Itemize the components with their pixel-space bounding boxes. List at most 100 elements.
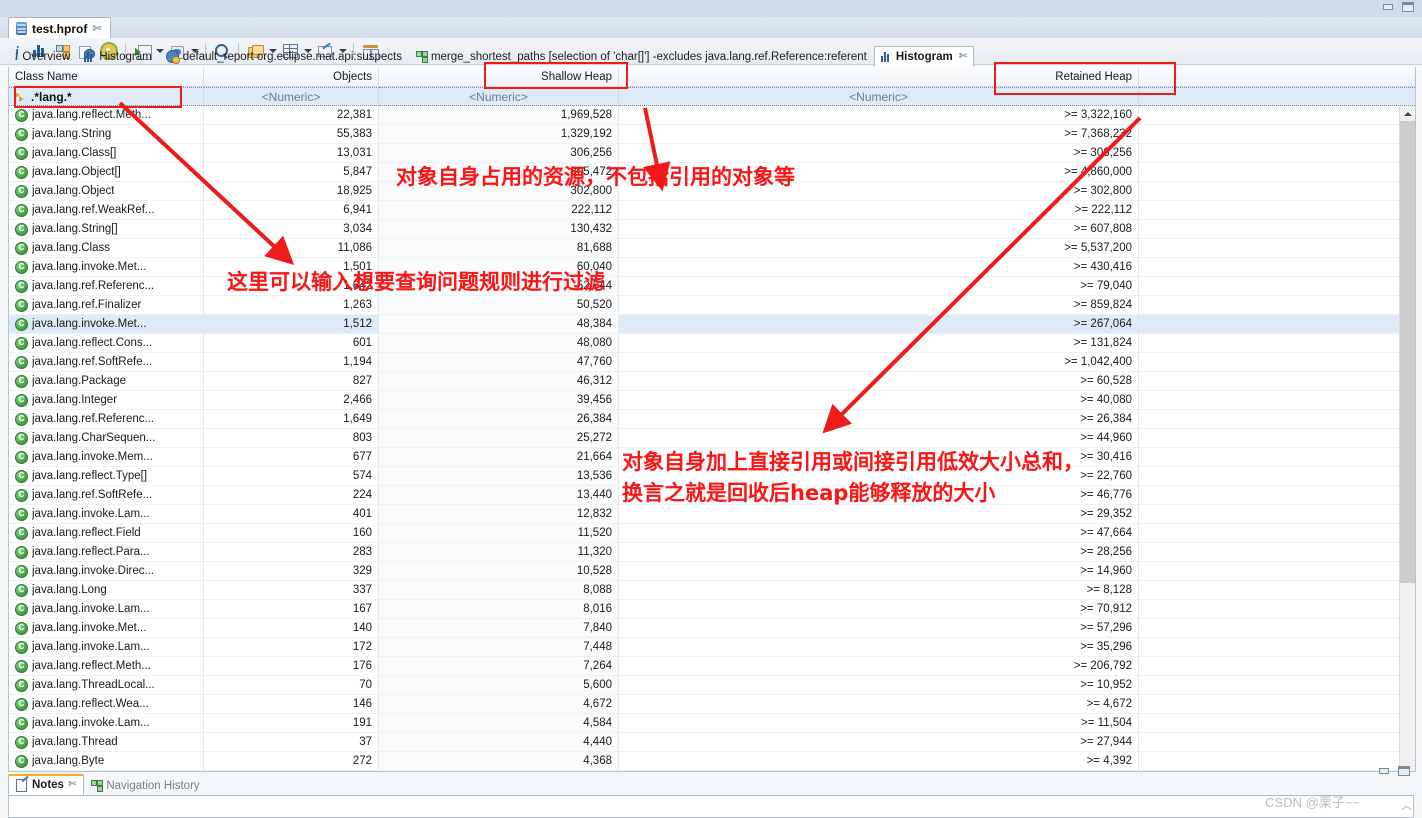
table-row[interactable]: java.lang.invoke.Lam... 1678,016>= 70,912: [9, 600, 1415, 619]
table-row[interactable]: java.lang.Integer 2,46639,456>= 40,080: [9, 391, 1415, 410]
table-row[interactable]: java.lang.invoke.Lam... 40112,832>= 29,35…: [9, 505, 1415, 524]
table-row[interactable]: java.lang.reflect.Para... 28311,320>= 28,…: [9, 543, 1415, 562]
table-row[interactable]: java.lang.invoke.Met... 1,50160,040>= 430…: [9, 258, 1415, 277]
cell-shallow-heap: 4,440: [379, 733, 619, 752]
tab-overview[interactable]: i Overview: [8, 46, 77, 67]
tab-notes[interactable]: Notes ✄: [8, 774, 85, 795]
tab-default-report[interactable]: default_report org.eclipse.mat.api:suspe…: [159, 46, 409, 67]
cell-class-name: java.lang.ref.SoftRefe...: [9, 486, 204, 505]
tab-histogram[interactable]: Histogram: [77, 46, 158, 67]
class-icon: [15, 716, 28, 730]
scroll-up-corner-icon[interactable]: ︿: [1401, 797, 1412, 813]
class-name-label: java.lang.CharSequen...: [32, 432, 156, 444]
cell-spacer: [1139, 600, 1415, 619]
tab-navigation-history[interactable]: Navigation History: [84, 776, 206, 795]
cell-class-name: java.lang.Object[]: [9, 163, 204, 182]
bottom-panel: Notes ✄ Navigation History: [8, 766, 1414, 818]
class-icon: [15, 317, 28, 331]
close-icon[interactable]: ✄: [959, 51, 967, 62]
cell-shallow-heap: 5,600: [379, 676, 619, 695]
table-row[interactable]: java.lang.Package 82746,312>= 60,528: [9, 372, 1415, 391]
column-header-shallow-heap[interactable]: Shallow Heap: [379, 67, 619, 86]
cell-shallow-heap: 13,536: [379, 467, 619, 486]
cell-class-name: java.lang.Object: [9, 182, 204, 201]
cell-spacer: [1139, 277, 1415, 296]
tree-icon: [415, 51, 428, 63]
table-row[interactable]: java.lang.invoke.Direc... 32910,528>= 14,…: [9, 562, 1415, 581]
table-row[interactable]: java.lang.ref.Finalizer 1,26350,520>= 859…: [9, 296, 1415, 315]
table-row[interactable]: java.lang.ref.SoftRefe... 1,19447,760>= 1…: [9, 353, 1415, 372]
table-row[interactable]: java.lang.Object[] 5,847305,472>= 4,860,0…: [9, 163, 1415, 182]
bottom-panel-controls: [1378, 766, 1410, 776]
cell-objects: 11,086: [204, 239, 379, 258]
table-row[interactable]: java.lang.ref.SoftRefe... 22413,440>= 46,…: [9, 486, 1415, 505]
table-row[interactable]: java.lang.String[] 3,034130,432>= 607,808: [9, 220, 1415, 239]
notes-editor[interactable]: [8, 796, 1414, 818]
table-row[interactable]: java.lang.Byte 2724,368>= 4,392: [9, 752, 1415, 771]
table-row[interactable]: java.lang.invoke.Met... 1,51248,384>= 267…: [9, 315, 1415, 334]
table-row[interactable]: java.lang.reflect.Wea... 1464,672>= 4,672: [9, 695, 1415, 714]
cell-objects: 55,383: [204, 125, 379, 144]
histogram-icon: [84, 51, 95, 62]
minimize-icon[interactable]: [1382, 2, 1394, 12]
cell-objects: 172: [204, 638, 379, 657]
cell-shallow-heap: 305,472: [379, 163, 619, 182]
cell-retained-heap: >= 306,256: [619, 144, 1139, 163]
scrollbar-thumb[interactable]: [1400, 121, 1415, 583]
cell-spacer: [1139, 163, 1415, 182]
maximize-icon[interactable]: [1402, 2, 1414, 12]
close-icon[interactable]: ✄: [68, 779, 76, 790]
filter-icon: [15, 91, 27, 102]
table-row[interactable]: java.lang.reflect.Meth... 1767,264>= 206,…: [9, 657, 1415, 676]
table-row[interactable]: java.lang.reflect.Meth... 22,3811,969,528…: [9, 106, 1415, 125]
column-header-objects[interactable]: Objects: [204, 67, 379, 86]
table-row[interactable]: java.lang.reflect.Type[] 57413,536>= 22,7…: [9, 467, 1415, 486]
table-row[interactable]: java.lang.reflect.Cons... 60148,080>= 131…: [9, 334, 1415, 353]
class-name-label: java.lang.Object[]: [32, 166, 121, 178]
table-row[interactable]: java.lang.Class[] 13,031306,256>= 306,256: [9, 144, 1415, 163]
table-row[interactable]: java.lang.ref.WeakRef... 6,941222,112>= 2…: [9, 201, 1415, 220]
filter-input-retained[interactable]: <Numeric>: [619, 87, 1139, 106]
vertical-scrollbar[interactable]: [1399, 106, 1415, 771]
column-header-class-name[interactable]: Class Name: [9, 67, 204, 86]
editor-tab-test-hprof[interactable]: test.hprof ✄: [8, 17, 111, 39]
class-icon: [15, 469, 28, 483]
table-row[interactable]: java.lang.ref.Referenc... 1,64926,384>= 2…: [9, 410, 1415, 429]
table-filter-row[interactable]: .*lang.* <Numeric> <Numeric> <Numeric>: [9, 87, 1415, 106]
cell-shallow-heap: 39,456: [379, 391, 619, 410]
table-row[interactable]: java.lang.invoke.Lam... 1914,584>= 11,504: [9, 714, 1415, 733]
scroll-up-icon[interactable]: [1400, 106, 1415, 121]
cell-retained-heap: >= 40,080: [619, 391, 1139, 410]
table-row[interactable]: java.lang.Thread 374,440>= 27,944: [9, 733, 1415, 752]
maximize-icon[interactable]: [1398, 766, 1410, 776]
filter-input-objects[interactable]: <Numeric>: [204, 87, 379, 106]
table-row[interactable]: java.lang.invoke.Mem... 67721,664>= 30,41…: [9, 448, 1415, 467]
table-row[interactable]: java.lang.Long 3378,088>= 8,128: [9, 581, 1415, 600]
tab-histogram-active[interactable]: Histogram ✄: [873, 46, 975, 67]
table-row[interactable]: java.lang.CharSequen... 80325,272>= 44,96…: [9, 429, 1415, 448]
table-row[interactable]: java.lang.String 55,3831,329,192>= 7,368,…: [9, 125, 1415, 144]
cell-objects: 140: [204, 619, 379, 638]
table-row[interactable]: java.lang.ThreadLocal... 705,600>= 10,952: [9, 676, 1415, 695]
class-name-label: java.lang.ThreadLocal...: [32, 679, 155, 691]
close-icon[interactable]: ✄: [92, 22, 101, 35]
minimize-icon[interactable]: [1378, 766, 1390, 776]
cell-shallow-heap: 4,672: [379, 695, 619, 714]
column-header-retained-heap[interactable]: Retained Heap: [619, 67, 1139, 86]
class-name-label: java.lang.reflect.Para...: [32, 546, 150, 558]
table-row[interactable]: java.lang.ref.Referenc... 1,64252,544>= 7…: [9, 277, 1415, 296]
table-row[interactable]: java.lang.Class 11,08681,688>= 5,537,200: [9, 239, 1415, 258]
tab-merge-shortest-paths[interactable]: merge_shortest_paths [selection of 'char…: [409, 46, 874, 67]
table-row[interactable]: java.lang.invoke.Lam... 1727,448>= 35,296: [9, 638, 1415, 657]
cell-retained-heap: >= 607,808: [619, 220, 1139, 239]
cell-objects: 1,263: [204, 296, 379, 315]
class-name-label: java.lang.reflect.Wea...: [32, 698, 149, 710]
cell-class-name: java.lang.ref.Referenc...: [9, 410, 204, 429]
cell-spacer: [1139, 695, 1415, 714]
table-row[interactable]: java.lang.invoke.Met... 1407,840>= 57,296: [9, 619, 1415, 638]
table-row[interactable]: java.lang.Object 18,925302,800>= 302,800: [9, 182, 1415, 201]
cell-retained-heap: >= 267,064: [619, 315, 1139, 334]
filter-input-class-name[interactable]: .*lang.*: [9, 87, 204, 106]
table-row[interactable]: java.lang.reflect.Field 16011,520>= 47,66…: [9, 524, 1415, 543]
filter-input-shallow[interactable]: <Numeric>: [379, 87, 619, 106]
